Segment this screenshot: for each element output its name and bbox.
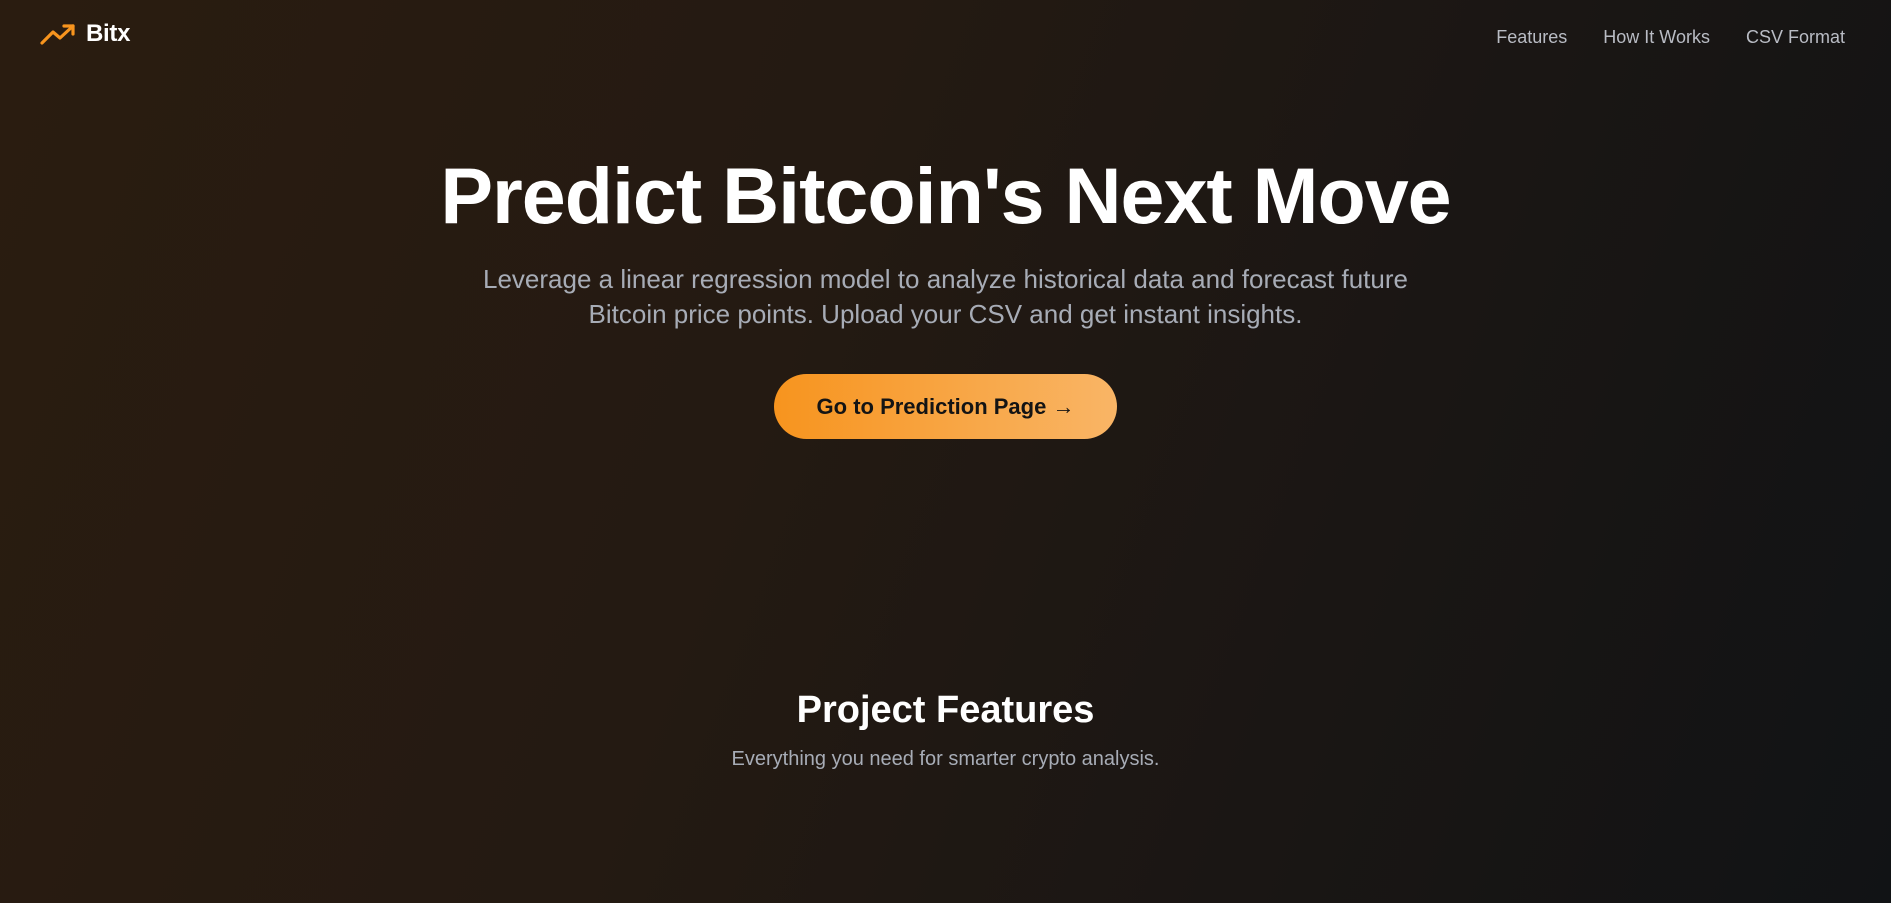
features-subtitle: Everything you need for smarter crypto a… [731, 748, 1160, 770]
nav-links: Features How It Works CSV Format [1496, 27, 1845, 48]
hero-subtitle: Leverage a linear regression model to an… [483, 264, 1408, 329]
features-section: Project Features Everything you need for… [0, 686, 1891, 771]
trending-up-icon [40, 23, 76, 45]
hero-title: Predict Bitcoin's Next Move [440, 151, 1451, 240]
nav-link-how-it-works[interactable]: How It Works [1603, 27, 1710, 48]
go-to-prediction-button[interactable]: Go to Prediction Page → [774, 374, 1117, 439]
brand-name: Bitx [86, 20, 131, 47]
nav-link-features[interactable]: Features [1496, 27, 1567, 48]
features-title: Project Features [796, 689, 1095, 731]
brand-logo[interactable]: Bitx [40, 20, 130, 48]
hero-section: Predict Bitcoin's Next Move Leverage a l… [0, 150, 1891, 439]
nav-link-csv-format[interactable]: CSV Format [1746, 27, 1845, 48]
navbar: Bitx Features How It Works CSV Format [0, 0, 1891, 75]
